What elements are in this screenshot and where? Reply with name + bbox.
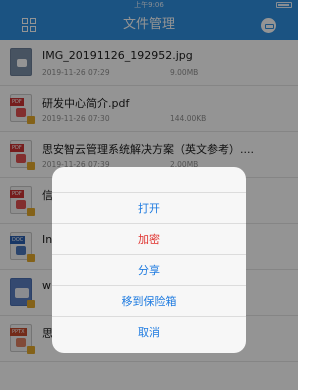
move-to-vault-button[interactable]: 移到保险箱 — [52, 285, 246, 316]
open-button[interactable]: 打开 — [52, 192, 246, 223]
cancel-button[interactable]: 取消 — [52, 316, 246, 347]
action-sheet: 打开 加密 分享 移到保险箱 取消 — [52, 167, 246, 353]
encrypt-button[interactable]: 加密 — [52, 223, 246, 254]
share-button[interactable]: 分享 — [52, 254, 246, 285]
